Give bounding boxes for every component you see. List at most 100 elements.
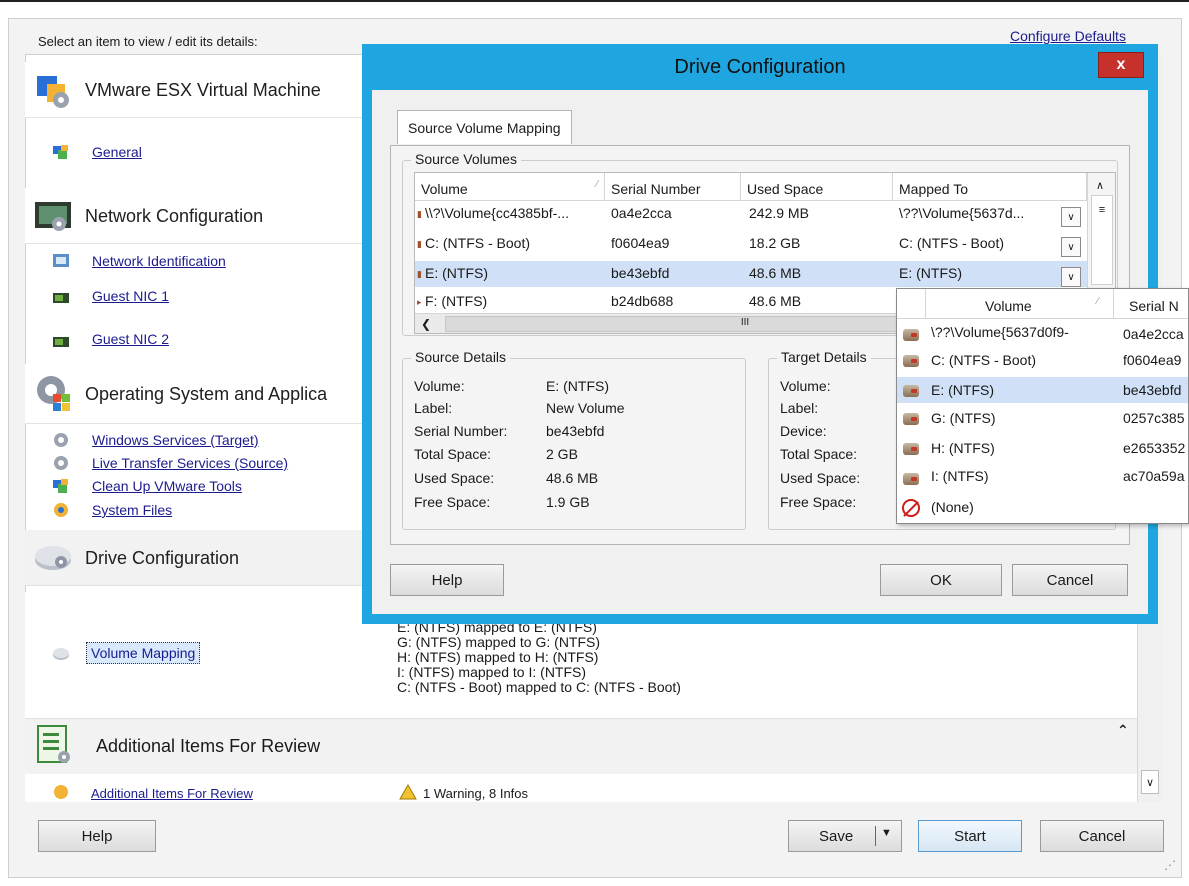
detail-key: Label:	[414, 400, 453, 416]
disk-icon	[903, 385, 919, 397]
info-icon	[54, 785, 68, 799]
option-serial: be43ebfd	[1123, 382, 1182, 398]
dialog-help-button[interactable]: Help	[390, 564, 504, 596]
detail-key: Free Space:	[780, 494, 857, 510]
cell-serial: f0604ea9	[611, 235, 670, 251]
detail-key: Free Space:	[414, 494, 491, 510]
section-title: Network Configuration	[85, 206, 264, 226]
dropdown-option-selected[interactable]: E: (NTFS) be43ebfd	[897, 377, 1188, 403]
help-button[interactable]: Help	[38, 820, 156, 852]
chevron-down-icon[interactable]: ∨	[1061, 207, 1081, 227]
section-os[interactable]: Operating System and Applica	[25, 364, 373, 424]
disk-icon	[903, 443, 919, 455]
scroll-down-icon[interactable]: ∨	[1141, 770, 1159, 794]
option-volume: G: (NTFS)	[931, 410, 996, 426]
save-button[interactable]: Save ▼	[788, 820, 902, 852]
cell-mapped: E: (NTFS)	[899, 265, 962, 281]
row-marker-icon: ▸	[417, 297, 422, 307]
nic-icon	[53, 337, 69, 347]
col-header-mapped[interactable]: Mapped To	[893, 173, 1087, 201]
cell-volume: \\?\Volume{cc4385bf-...	[425, 205, 569, 221]
nic-icon	[53, 293, 69, 303]
cell-mapped: \??\Volume{5637d...	[899, 205, 1025, 221]
cell-mapped: C: (NTFS - Boot)	[899, 235, 1005, 251]
network-icon	[35, 202, 71, 231]
cell-serial: 0a4e2cca	[611, 205, 672, 221]
mapped-to-dropdown[interactable]: Volume ⁄ Serial N \??\Volume{5637d0f9- 0…	[896, 288, 1189, 524]
gear-icon	[54, 433, 68, 447]
detail-key: Used Space:	[780, 470, 861, 486]
volume-mapping-link[interactable]: Volume Mapping	[86, 642, 201, 664]
scroll-thumb[interactable]: ≡	[1091, 195, 1113, 285]
dialog-cancel-button[interactable]: Cancel	[1012, 564, 1128, 596]
option-volume: \??\Volume{5637d0f9-	[931, 324, 1069, 340]
col-divider	[925, 289, 926, 319]
option-serial: 0257c385	[1123, 410, 1185, 426]
additional-items-link[interactable]: Additional Items For Review	[91, 786, 253, 801]
group-title: Source Volumes	[411, 151, 521, 167]
option-volume: C: (NTFS - Boot)	[931, 352, 1037, 368]
dropdown-col-serial[interactable]: Serial N	[1129, 298, 1179, 314]
system-files-link[interactable]: System Files	[92, 502, 172, 518]
detail-key: Label:	[780, 400, 819, 416]
windows-services-link[interactable]: Windows Services (Target)	[92, 432, 259, 448]
save-dropdown-icon[interactable]: ▼	[881, 827, 892, 839]
dropdown-option[interactable]: H: (NTFS) e2653352	[897, 435, 1188, 461]
guest-nic-1-link[interactable]: Guest NIC 1	[92, 288, 169, 304]
gear-icon	[54, 456, 68, 470]
save-label: Save	[819, 827, 854, 845]
option-serial: f0604ea9	[1123, 352, 1182, 368]
chevron-down-icon[interactable]: ∨	[1061, 267, 1081, 287]
general-link[interactable]: General	[92, 144, 142, 160]
clean-up-vmware-tools-link[interactable]: Clean Up VMware Tools	[92, 478, 242, 494]
close-button[interactable]: x	[1098, 52, 1144, 78]
dropdown-option-none[interactable]: (None)	[897, 495, 1188, 521]
dropdown-option[interactable]: G: (NTFS) 0257c385	[897, 405, 1188, 431]
detail-value: 2 GB	[546, 446, 578, 462]
resize-grip-icon[interactable]: ⋰	[1164, 858, 1176, 872]
row-marker-icon: ▮	[417, 269, 422, 279]
dropdown-option[interactable]: \??\Volume{5637d0f9- 0a4e2cca	[897, 321, 1188, 347]
row-marker-icon: ▮	[417, 209, 422, 219]
section-network[interactable]: Network Configuration	[25, 188, 373, 244]
group-title: Target Details	[777, 349, 871, 365]
dropdown-option[interactable]: I: (NTFS) ac70a59a	[897, 465, 1188, 491]
chevron-down-icon[interactable]: ∨	[1061, 237, 1081, 257]
cancel-button[interactable]: Cancel	[1040, 820, 1164, 852]
detail-value: be43ebfd	[546, 423, 605, 439]
mapping-line: G: (NTFS) mapped to G: (NTFS)	[397, 634, 601, 650]
option-volume: I: (NTFS)	[931, 468, 989, 484]
sort-icon: ⁄	[1097, 296, 1099, 307]
ok-button[interactable]: OK	[880, 564, 1002, 596]
section-vmware[interactable]: VMware ESX Virtual Machine	[25, 62, 373, 118]
section-title: Drive Configuration	[85, 548, 240, 568]
configure-defaults-link[interactable]: Configure Defaults	[1010, 28, 1126, 44]
scroll-up-icon[interactable]: ∧	[1096, 179, 1104, 192]
section-drive[interactable]: Drive Configuration	[25, 530, 373, 586]
scroll-left-icon[interactable]: ❮	[421, 317, 431, 331]
network-identification-link[interactable]: Network Identification	[92, 253, 226, 269]
col-header-volume[interactable]: Volume ⁄	[415, 173, 605, 201]
col-header-used[interactable]: Used Space	[741, 173, 893, 201]
cell-volume: E: (NTFS)	[425, 265, 488, 281]
option-serial: e2653352	[1123, 440, 1186, 456]
col-header-serial[interactable]: Serial Number	[605, 173, 741, 201]
detail-key: Volume:	[414, 378, 465, 394]
disk-icon	[903, 355, 919, 367]
guest-nic-2-link[interactable]: Guest NIC 2	[92, 331, 169, 347]
mapping-line: I: (NTFS) mapped to I: (NTFS)	[397, 664, 587, 680]
option-serial: 0a4e2cca	[1123, 326, 1184, 342]
dropdown-option[interactable]: C: (NTFS - Boot) f0604ea9	[897, 347, 1188, 373]
start-button[interactable]: Start	[918, 820, 1022, 852]
detail-key: Total Space:	[780, 446, 858, 462]
collapse-chevron-icon[interactable]: ⌃	[1117, 722, 1129, 739]
dropdown-col-volume[interactable]: Volume	[985, 298, 1032, 314]
cell-used: 242.9 MB	[749, 205, 809, 221]
section-title: VMware ESX Virtual Machine	[85, 80, 321, 100]
live-transfer-services-link[interactable]: Live Transfer Services (Source)	[92, 455, 288, 471]
detail-key: Total Space:	[414, 446, 492, 462]
cell-serial: be43ebfd	[611, 265, 670, 281]
tab-source-volume-mapping[interactable]: Source Volume Mapping	[397, 110, 572, 144]
option-volume: (None)	[931, 499, 974, 515]
hscroll-grip: III	[740, 317, 750, 328]
